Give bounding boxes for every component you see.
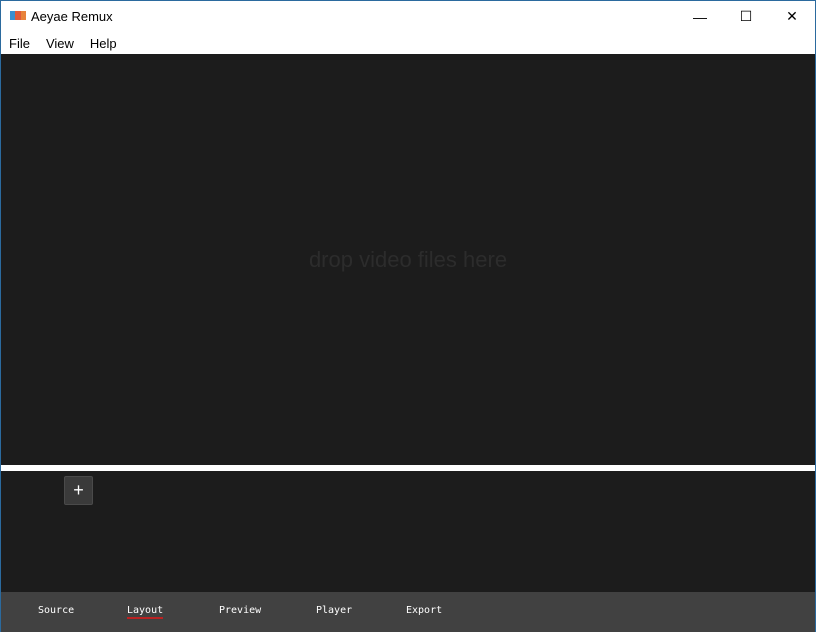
- window-title: Aeyae Remux: [31, 9, 113, 24]
- tab-preview[interactable]: Preview: [219, 605, 261, 616]
- menu-bar: File View Help: [1, 32, 125, 54]
- app-window: Aeyae Remux — ☐ ✕ File View Help drop vi…: [0, 0, 816, 632]
- menu-file[interactable]: File: [1, 32, 38, 54]
- menu-view[interactable]: View: [38, 32, 82, 54]
- tab-export[interactable]: Export: [406, 605, 442, 616]
- close-button[interactable]: ✕: [769, 1, 815, 32]
- drop-zone[interactable]: drop video files here: [1, 54, 815, 465]
- tab-source[interactable]: Source: [38, 605, 74, 616]
- maximize-icon: ☐: [739, 8, 753, 24]
- minimize-icon: —: [693, 8, 707, 25]
- drop-hint: drop video files here: [308, 246, 508, 272]
- close-icon: ✕: [786, 8, 798, 24]
- plus-icon: +: [73, 480, 84, 500]
- menu-help[interactable]: Help: [82, 32, 125, 54]
- title-bar: Aeyae Remux — ☐ ✕: [1, 1, 815, 32]
- maximize-button[interactable]: ☐: [723, 1, 769, 32]
- minimize-button[interactable]: —: [677, 1, 723, 32]
- timeline-panel: +: [1, 471, 815, 592]
- tab-player[interactable]: Player: [316, 605, 352, 616]
- app-icon: [10, 11, 26, 20]
- tab-bar: Source Layout Preview Player Export: [1, 592, 815, 632]
- tab-layout[interactable]: Layout: [127, 605, 164, 619]
- add-button[interactable]: +: [64, 476, 93, 505]
